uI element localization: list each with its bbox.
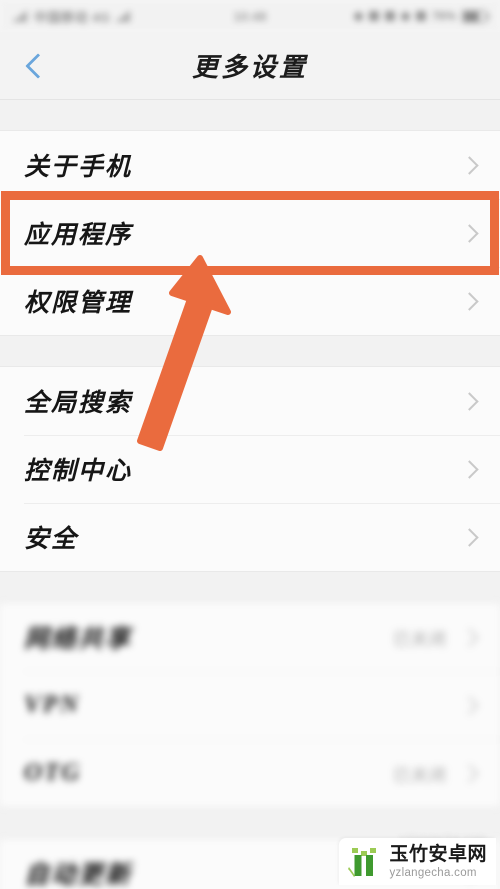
status-bar-right: 76% <box>353 9 489 23</box>
settings-list[interactable]: 关于手机 应用程序 权限管理 全局搜索 控制中心 安全 网络共享 已关闭 VPN… <box>0 100 500 889</box>
app-header: 更多设置 <box>0 32 500 100</box>
list-item-label: 控制中心 <box>24 458 133 485</box>
carrier-label: 中国移动 4G <box>34 9 111 25</box>
list-item-label: VPN <box>24 691 80 718</box>
dnd-icon <box>384 11 395 21</box>
battery-icon <box>462 9 489 23</box>
list-item-applications[interactable]: 应用程序 <box>0 191 500 275</box>
chevron-right-icon <box>460 291 479 311</box>
status-bar-clock: 10:48 <box>233 8 267 24</box>
watermark-url: yzlangecha.com <box>389 866 477 879</box>
chevron-right-icon <box>460 459 479 479</box>
list-item-value: 已关闭 <box>393 765 447 785</box>
signal-icon-secondary <box>117 10 131 22</box>
chevron-right-icon <box>460 763 479 783</box>
chevron-right-icon <box>460 695 479 715</box>
signal-icon <box>14 10 27 22</box>
sync-icon <box>415 11 426 21</box>
list-gap <box>0 336 500 366</box>
chevron-right-icon <box>460 223 479 243</box>
list-item-label: 关于手机 <box>24 154 133 181</box>
chevron-left-icon <box>25 52 51 79</box>
list-item-security[interactable]: 安全 <box>0 503 500 571</box>
settings-group-2: 全局搜索 控制中心 安全 <box>0 366 500 572</box>
back-button[interactable] <box>18 46 58 86</box>
chevron-right-icon <box>460 391 479 411</box>
watermark-text: 玉竹安卓网 yzlangecha.com <box>389 845 487 880</box>
watermark-site-name: 玉竹安卓网 <box>389 843 487 865</box>
site-watermark: 玉竹安卓网 yzlangecha.com <box>339 837 496 885</box>
list-item-label: OTG <box>24 759 82 786</box>
list-item-otg[interactable]: OTG 已关闭 <box>0 739 500 807</box>
status-bar-left: 中国移动 4G <box>14 7 131 26</box>
chevron-right-icon <box>460 627 479 647</box>
list-item-label: 应用程序 <box>24 222 133 249</box>
list-item-vpn[interactable]: VPN <box>0 671 500 739</box>
settings-group-3: 网络共享 已关闭 VPN OTG 已关闭 <box>0 602 500 808</box>
settings-group-1: 关于手机 应用程序 权限管理 <box>0 130 500 336</box>
chevron-right-icon <box>460 155 479 175</box>
list-item-global-search[interactable]: 全局搜索 <box>0 367 500 435</box>
bamboo-logo-icon <box>348 847 377 877</box>
list-item-permission-management[interactable]: 权限管理 <box>0 267 500 335</box>
list-item-label: 网络共享 <box>24 626 133 653</box>
list-gap <box>0 100 500 130</box>
list-item-tethering[interactable]: 网络共享 已关闭 <box>0 603 500 671</box>
list-item-label: 全局搜索 <box>24 390 133 417</box>
bluetooth-icon <box>368 11 379 21</box>
alarm-icon <box>353 11 363 21</box>
list-item-label: 权限管理 <box>24 290 133 317</box>
battery-percent-label: 76% <box>431 9 456 23</box>
list-item-about-phone[interactable]: 关于手机 <box>0 131 500 199</box>
status-bar: 中国移动 4G 10:48 76% <box>0 0 500 32</box>
list-gap <box>0 572 500 602</box>
chevron-right-icon <box>460 527 479 547</box>
list-item-label: 安全 <box>24 526 79 553</box>
list-item-value: 已关闭 <box>393 629 447 649</box>
wifi-icon <box>400 11 410 21</box>
page-title: 更多设置 <box>191 53 308 82</box>
phone-screen: 中国移动 4G 10:48 76% 更多设置 关于手机 应用程序 权限管理 全局… <box>0 0 500 889</box>
list-item-control-center[interactable]: 控制中心 <box>0 435 500 503</box>
